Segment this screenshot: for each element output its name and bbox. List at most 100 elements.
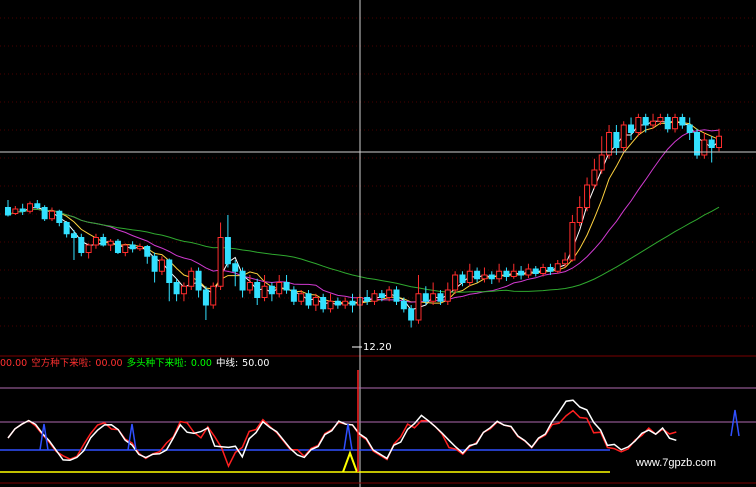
oscillator-red-line <box>7 409 677 468</box>
candle-body <box>70 233 77 238</box>
candle-body <box>598 154 605 171</box>
candle-body <box>195 270 202 291</box>
legend-item: 中线: <box>215 358 239 369</box>
candle-body <box>100 237 107 246</box>
candle-body <box>19 208 26 212</box>
candle-body <box>481 274 488 280</box>
candle-body <box>444 289 451 302</box>
candle-body <box>210 285 217 306</box>
legend-item: 50.00 <box>242 358 270 369</box>
candle-body <box>650 120 657 126</box>
candle-body <box>224 237 231 265</box>
candle-body <box>63 222 70 235</box>
blue-signal-spike <box>343 423 353 451</box>
candle-body <box>613 132 620 148</box>
candle-body <box>26 203 33 212</box>
ma-white-line <box>7 120 720 311</box>
candle-body <box>672 117 679 130</box>
candle-body <box>254 282 261 298</box>
candle-body <box>569 222 576 261</box>
candle-body <box>144 246 151 257</box>
candle-body <box>628 124 635 133</box>
candle-body <box>437 293 444 302</box>
candle-body <box>518 270 525 276</box>
legend-item: 00.00 <box>95 358 123 369</box>
candle-body <box>239 270 246 291</box>
candle-body <box>246 282 253 291</box>
candle-body <box>503 270 510 277</box>
blue-signal-spike <box>730 409 740 437</box>
watermark: www.7gpzb.com <box>636 457 717 469</box>
candle-body <box>78 237 85 253</box>
candle-body <box>532 268 539 274</box>
candle-body <box>320 297 327 310</box>
candle-body <box>378 293 385 298</box>
candle-body <box>217 237 224 287</box>
candle-body <box>466 270 473 283</box>
candle-body <box>136 246 143 250</box>
candle-body <box>166 259 173 283</box>
candle-body <box>701 139 708 156</box>
candle-body <box>415 293 422 321</box>
candle-body <box>5 207 11 216</box>
candle-body <box>708 139 715 148</box>
candle-body <box>510 270 517 277</box>
ma-green-line <box>7 206 720 293</box>
candle-body <box>85 244 92 253</box>
candle-body <box>290 289 297 302</box>
candle-body <box>679 117 686 126</box>
candle-body <box>48 210 55 220</box>
candle-body <box>540 267 547 274</box>
candle-body <box>342 300 349 306</box>
candle-body <box>12 208 19 214</box>
legend-item: 多头种下来啦: <box>126 358 187 369</box>
candle-body <box>261 285 268 298</box>
candle-body <box>635 117 642 133</box>
candle-body <box>312 297 319 306</box>
candle-body <box>400 300 407 310</box>
candle-body <box>576 207 583 223</box>
chart-canvas[interactable] <box>0 0 756 487</box>
low-price-marker: 12.20 <box>363 342 392 353</box>
candle-body <box>496 270 503 280</box>
candle-body <box>283 282 290 291</box>
candle-body <box>334 300 341 306</box>
candle-body <box>327 300 334 310</box>
candle-body <box>232 263 239 272</box>
legend-item: 00.00 <box>0 358 28 369</box>
candle-body <box>276 282 283 295</box>
candle-body <box>408 308 415 321</box>
candle-body <box>642 117 649 126</box>
candle-body <box>114 240 121 253</box>
candle-body <box>41 207 48 220</box>
candle-body <box>664 117 671 130</box>
candle-body <box>459 274 466 283</box>
candle-body <box>129 244 136 250</box>
candle-body <box>107 240 114 246</box>
candle-body <box>305 293 312 306</box>
candle-body <box>657 117 664 122</box>
candle-body <box>122 244 129 253</box>
candle-body <box>371 293 378 302</box>
candle-body <box>422 293 429 302</box>
candle-body <box>34 203 41 208</box>
candle-body <box>686 124 693 133</box>
candle-body <box>620 124 627 148</box>
legend-item: 0.00 <box>190 358 212 369</box>
candle-body <box>393 289 400 302</box>
candle-body <box>547 267 554 272</box>
candle-body <box>268 285 275 295</box>
yellow-signal-spike <box>342 450 358 473</box>
candle-body <box>452 274 459 291</box>
candle-body <box>158 259 165 272</box>
candle-body <box>591 169 598 186</box>
candle-body <box>349 300 356 306</box>
candle-body <box>716 135 723 148</box>
candle-body <box>584 184 591 208</box>
candle-body <box>173 282 180 295</box>
candle-body <box>364 297 371 302</box>
candle-body <box>188 270 195 287</box>
candle-body <box>56 210 63 223</box>
oscillator-white-line <box>7 399 677 461</box>
candle-body <box>386 289 393 298</box>
